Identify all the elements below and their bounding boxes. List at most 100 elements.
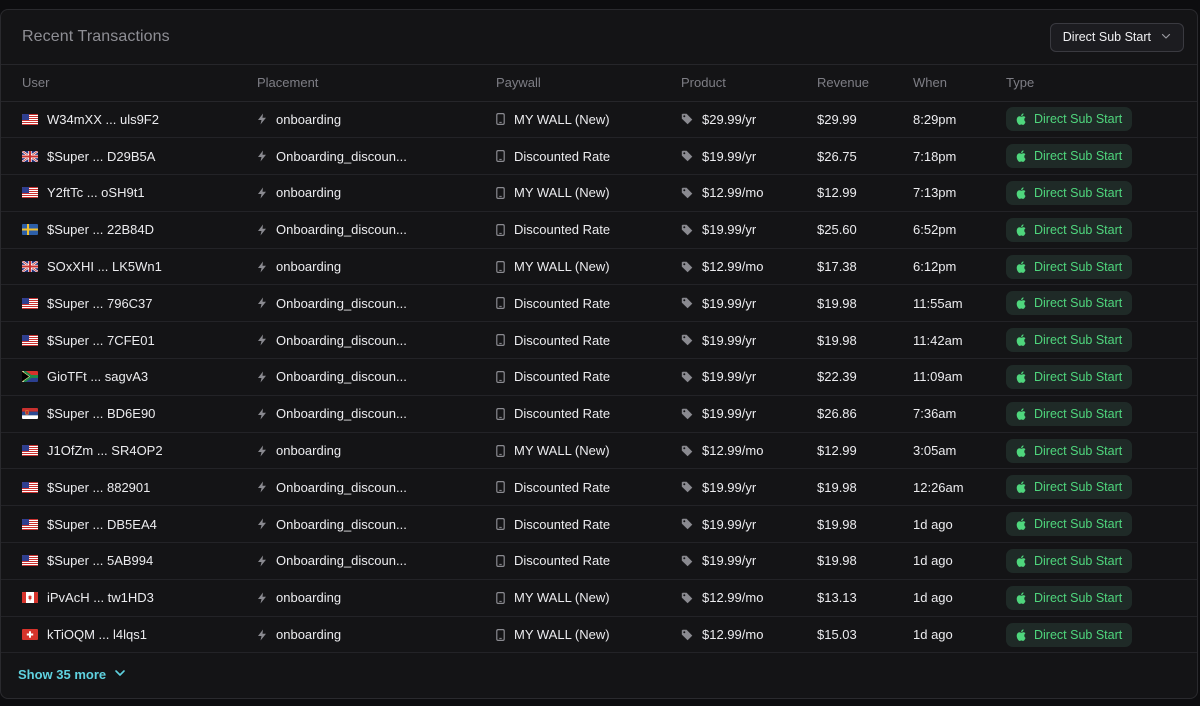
phone-icon: [496, 113, 505, 126]
table-row[interactable]: GioTFt ... sagvA3 Onboarding_discoun... …: [1, 358, 1197, 396]
paywall-cell: Discounted Rate: [496, 137, 681, 176]
placement-name: onboarding: [276, 259, 342, 275]
type-label: Direct Sub Start: [1034, 553, 1123, 568]
column-header-placement[interactable]: Placement: [257, 65, 496, 102]
user-id[interactable]: kTiOQM ... l4lqs1: [47, 627, 147, 642]
paywall-name: Discounted Rate: [514, 369, 611, 385]
phone-icon: [496, 407, 505, 420]
product-price: $19.99/yr: [702, 406, 757, 422]
table-row[interactable]: kTiOQM ... l4lqs1 onboarding MY WALL (Ne…: [1, 616, 1197, 654]
product-cell: $19.99/yr: [681, 321, 817, 360]
table-row[interactable]: iPvAcH ... tw1HD3 onboarding MY WALL (Ne…: [1, 579, 1197, 617]
column-header-when[interactable]: When: [913, 65, 1006, 102]
type-label: Direct Sub Start: [1034, 112, 1123, 127]
flag-ca-icon: [22, 592, 38, 604]
user-id[interactable]: $Super ... D29B5A: [47, 149, 155, 164]
placement-cell: Onboarding_discoun...: [257, 468, 496, 507]
type-cell: Direct Sub Start: [1006, 468, 1197, 507]
when-cell: 7:18pm: [913, 137, 1006, 176]
column-header-user[interactable]: User: [1, 65, 257, 102]
type-badge: Direct Sub Start: [1006, 548, 1133, 573]
user-id[interactable]: iPvAcH ... tw1HD3: [47, 590, 154, 605]
paywall-cell: Discounted Rate: [496, 284, 681, 323]
user-id[interactable]: $Super ... BD6E90: [47, 406, 155, 421]
table-row[interactable]: $Super ... D29B5A Onboarding_discoun... …: [1, 137, 1197, 176]
type-filter-dropdown[interactable]: Direct Sub Start: [1049, 22, 1184, 52]
product-cell: $19.99/yr: [681, 395, 817, 433]
show-more-button[interactable]: Show 35 more: [18, 667, 126, 682]
user-id[interactable]: GioTFt ... sagvA3: [47, 369, 148, 384]
type-cell: Direct Sub Start: [1006, 358, 1197, 396]
type-cell: Direct Sub Start: [1006, 432, 1197, 470]
placement-cell: Onboarding_discoun...: [257, 284, 496, 323]
revenue-cell: $13.13: [817, 579, 913, 617]
column-header-type[interactable]: Type: [1006, 65, 1197, 102]
user-id[interactable]: Y2ftTc ... oSH9t1: [47, 185, 145, 200]
table-header-row: User Placement Paywall Product Revenue W…: [1, 65, 1197, 102]
paywall-cell: MY WALL (New): [496, 101, 681, 139]
placement-name: Onboarding_discoun...: [276, 332, 407, 348]
column-header-revenue[interactable]: Revenue: [817, 65, 913, 102]
apple-icon: [1016, 592, 1026, 604]
user-id[interactable]: $Super ... 22B84D: [47, 222, 154, 237]
table-row[interactable]: Y2ftTc ... oSH9t1 onboarding MY WALL (Ne…: [1, 174, 1197, 212]
apple-icon: [1016, 150, 1026, 163]
apple-icon: [1016, 408, 1026, 420]
paywall-cell: MY WALL (New): [496, 432, 681, 470]
placement-name: Onboarding_discoun...: [276, 369, 407, 385]
bolt-icon: [257, 629, 267, 641]
table-row[interactable]: $Super ... 5AB994 Onboarding_discoun... …: [1, 542, 1197, 580]
user-id[interactable]: $Super ... 882901: [47, 480, 150, 495]
placement-cell: Onboarding_discoun...: [257, 505, 496, 544]
table-row[interactable]: J1OfZm ... SR4OP2 onboarding MY WALL (Ne…: [1, 432, 1197, 470]
user-id[interactable]: J1OfZm ... SR4OP2: [47, 443, 163, 458]
placement-cell: onboarding: [257, 101, 496, 139]
user-id[interactable]: $Super ... DB5EA4: [47, 517, 157, 532]
phone-icon: [496, 481, 505, 494]
tag-icon: [681, 113, 693, 125]
apple-icon: [1016, 224, 1026, 236]
paywall-cell: Discounted Rate: [496, 358, 681, 396]
placement-cell: onboarding: [257, 174, 496, 212]
column-header-product[interactable]: Product: [681, 65, 817, 102]
when-cell: 6:52pm: [913, 211, 1006, 249]
user-id[interactable]: SOxXHI ... LK5Wn1: [47, 259, 162, 274]
chevron-down-icon: [1161, 30, 1171, 44]
product-price: $12.99/mo: [702, 590, 764, 606]
placement-cell: Onboarding_discoun...: [257, 542, 496, 580]
paywall-name: Discounted Rate: [514, 479, 611, 495]
when-cell: 1d ago: [913, 616, 1006, 654]
table-row[interactable]: $Super ... 796C37 Onboarding_discoun... …: [1, 284, 1197, 323]
flag-gb-icon: [22, 150, 38, 162]
placement-name: Onboarding_discoun...: [276, 516, 407, 532]
bolt-icon: [257, 518, 267, 530]
product-cell: $12.99/mo: [681, 174, 817, 212]
table-row[interactable]: SOxXHI ... LK5Wn1 onboarding MY WALL (Ne…: [1, 248, 1197, 286]
when-cell: 6:12pm: [913, 248, 1006, 286]
when-cell: 12:26am: [913, 468, 1006, 507]
type-label: Direct Sub Start: [1034, 333, 1123, 348]
table-row[interactable]: $Super ... 7CFE01 Onboarding_discoun... …: [1, 321, 1197, 360]
type-badge: Direct Sub Start: [1006, 438, 1133, 463]
apple-icon: [1016, 555, 1026, 567]
user-id[interactable]: $Super ... 796C37: [47, 296, 153, 311]
user-cell: $Super ... D29B5A: [1, 137, 257, 176]
type-badge: Direct Sub Start: [1006, 144, 1133, 169]
paywall-name: Discounted Rate: [514, 148, 611, 164]
table-row[interactable]: $Super ... BD6E90 Onboarding_discoun... …: [1, 395, 1197, 433]
user-id[interactable]: W34mXX ... uls9F2: [47, 112, 159, 127]
type-cell: Direct Sub Start: [1006, 395, 1197, 433]
table-row[interactable]: $Super ... 882901 Onboarding_discoun... …: [1, 468, 1197, 507]
table-row[interactable]: $Super ... DB5EA4 Onboarding_discoun... …: [1, 505, 1197, 544]
user-id[interactable]: $Super ... 7CFE01: [47, 333, 155, 348]
table-row[interactable]: $Super ... 22B84D Onboarding_discoun... …: [1, 211, 1197, 249]
user-id[interactable]: $Super ... 5AB994: [47, 553, 153, 568]
product-cell: $12.99/mo: [681, 432, 817, 470]
column-header-paywall[interactable]: Paywall: [496, 65, 681, 102]
phone-icon: [496, 628, 505, 641]
type-badge: Direct Sub Start: [1006, 328, 1133, 353]
apple-icon: [1016, 371, 1026, 383]
table-row[interactable]: W34mXX ... uls9F2 onboarding MY WALL (Ne…: [1, 101, 1197, 139]
placement-cell: Onboarding_discoun...: [257, 358, 496, 396]
revenue-cell: $19.98: [817, 468, 913, 507]
